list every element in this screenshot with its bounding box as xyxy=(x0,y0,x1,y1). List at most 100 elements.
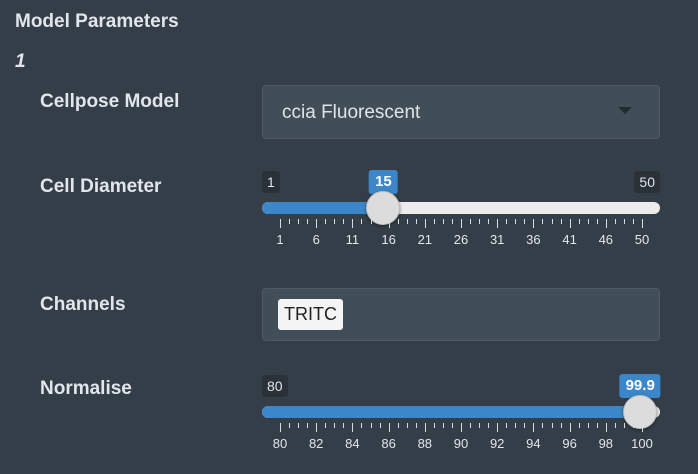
slider-tick-label: 16 xyxy=(381,232,396,247)
slider-minor-tick xyxy=(515,219,517,224)
slider-minor-tick xyxy=(325,423,327,428)
slider-tick xyxy=(280,219,281,228)
slider-track[interactable] xyxy=(262,202,660,214)
slider-minor-tick xyxy=(488,219,490,224)
slider-tick xyxy=(569,219,571,228)
slider-minor-tick xyxy=(298,423,300,428)
slider-minor-tick xyxy=(307,423,309,428)
slider-minor-tick xyxy=(551,219,553,224)
slider-minor-tick xyxy=(361,423,363,428)
slider-minor-tick xyxy=(551,423,553,428)
slider-tick xyxy=(461,423,462,432)
slider-minor-tick xyxy=(587,423,589,428)
model-label: Cellpose Model xyxy=(40,91,180,112)
slider-minor-tick xyxy=(442,423,444,428)
slider-tick xyxy=(533,423,535,432)
slider-tick-label: 90 xyxy=(453,436,469,451)
slider-minor-tick xyxy=(451,219,453,224)
slider-minor-tick xyxy=(587,219,589,224)
slider-tick-label: 21 xyxy=(417,232,433,247)
slider-minor-tick xyxy=(370,219,372,224)
slider-minor-tick xyxy=(361,219,363,224)
slider-tick-label: 92 xyxy=(489,436,505,451)
slider-tick-label: 11 xyxy=(345,232,360,247)
slider-max-label: 50 xyxy=(634,171,660,193)
slider-minor-tick xyxy=(623,423,625,428)
slider-tick xyxy=(316,219,318,228)
channel-chip[interactable]: TRITC xyxy=(278,299,343,330)
slider-minor-tick xyxy=(334,219,336,224)
slider-handle[interactable] xyxy=(366,191,401,225)
slider-tick-label: 80 xyxy=(272,436,288,451)
slider-tick xyxy=(352,423,354,432)
slider-minor-tick xyxy=(451,423,453,428)
diameter-slider[interactable]: 1 50 15 1 6 11 16 21 26 31 36 41 46 50 xyxy=(262,170,660,261)
slider-minor-tick xyxy=(488,423,490,428)
slider-tick xyxy=(642,423,643,432)
slider-minor-tick xyxy=(542,219,544,224)
slider-minor-tick xyxy=(397,219,399,224)
slider-minor-tick xyxy=(596,219,598,224)
slider-minor-tick xyxy=(433,423,435,428)
slider-fill xyxy=(262,202,384,214)
slider-tick xyxy=(642,219,643,228)
slider-minor-tick xyxy=(307,219,309,224)
slider-tick-label: 98 xyxy=(598,436,614,451)
slider-minor-tick xyxy=(515,423,517,428)
slider-tick xyxy=(424,423,426,432)
normalise-slider[interactable]: 80 99.9 80 82 84 86 88 90 92 94 96 98 100 xyxy=(262,374,661,465)
slider-minor-tick xyxy=(415,423,417,428)
slider-minor-tick xyxy=(289,219,291,224)
slider-tick xyxy=(316,423,318,432)
slider-minor-tick xyxy=(524,219,526,224)
slider-minor-tick xyxy=(370,423,372,428)
slider-minor-tick xyxy=(415,219,417,224)
slider-minor-tick xyxy=(632,219,634,224)
slider-handle[interactable] xyxy=(623,395,658,429)
slider-tick xyxy=(533,219,535,228)
slider-tick-label: 84 xyxy=(345,436,360,451)
slider-track[interactable] xyxy=(262,406,660,418)
slider-tick-label: 1 xyxy=(276,232,284,247)
chevron-down-icon xyxy=(618,107,632,114)
slider-tick-label: 94 xyxy=(526,436,541,451)
slider-minor-tick xyxy=(596,423,598,428)
slider-tick-label: 88 xyxy=(417,436,433,451)
slider-minor-tick xyxy=(524,423,526,428)
slider-tick xyxy=(569,423,571,432)
channels-input[interactable]: TRITC xyxy=(262,288,660,341)
slider-tick-label: 41 xyxy=(562,232,577,247)
section-title: Model Parameters xyxy=(15,11,179,32)
section-index: 1 xyxy=(15,51,26,72)
slider-tick-label: 100 xyxy=(631,436,653,451)
slider-minor-tick xyxy=(470,219,472,224)
slider-minor-tick xyxy=(614,219,616,224)
slider-minor-tick xyxy=(379,219,381,224)
normalise-label: Normalise xyxy=(40,378,132,399)
slider-min-label: 1 xyxy=(262,171,280,193)
slider-minor-tick xyxy=(578,219,580,224)
slider-minor-tick xyxy=(632,423,634,428)
slider-minor-tick xyxy=(578,423,580,428)
diameter-label: Cell Diameter xyxy=(40,176,162,197)
slider-minor-tick xyxy=(560,423,562,428)
slider-tick xyxy=(605,423,607,432)
slider-tick-label: 31 xyxy=(489,232,505,247)
slider-tick-label: 26 xyxy=(453,232,469,247)
slider-tick xyxy=(497,423,499,432)
slider-minor-tick xyxy=(343,423,345,428)
model-select-value: ccia Fluorescent xyxy=(282,102,421,123)
slider-minor-tick xyxy=(406,219,408,224)
model-select[interactable]: ccia Fluorescent xyxy=(262,85,660,139)
slider-minor-tick xyxy=(506,423,508,428)
slider-tick-label: 6 xyxy=(312,232,320,247)
slider-minor-tick xyxy=(325,219,327,224)
slider-minor-tick xyxy=(334,423,336,428)
slider-minor-tick xyxy=(343,219,345,224)
slider-minor-tick xyxy=(506,219,508,224)
slider-tick xyxy=(280,423,281,432)
slider-tick xyxy=(388,423,390,432)
slider-tick-label: 46 xyxy=(598,232,614,247)
slider-min-label: 80 xyxy=(262,375,288,397)
slider-tick-label: 96 xyxy=(562,436,577,451)
